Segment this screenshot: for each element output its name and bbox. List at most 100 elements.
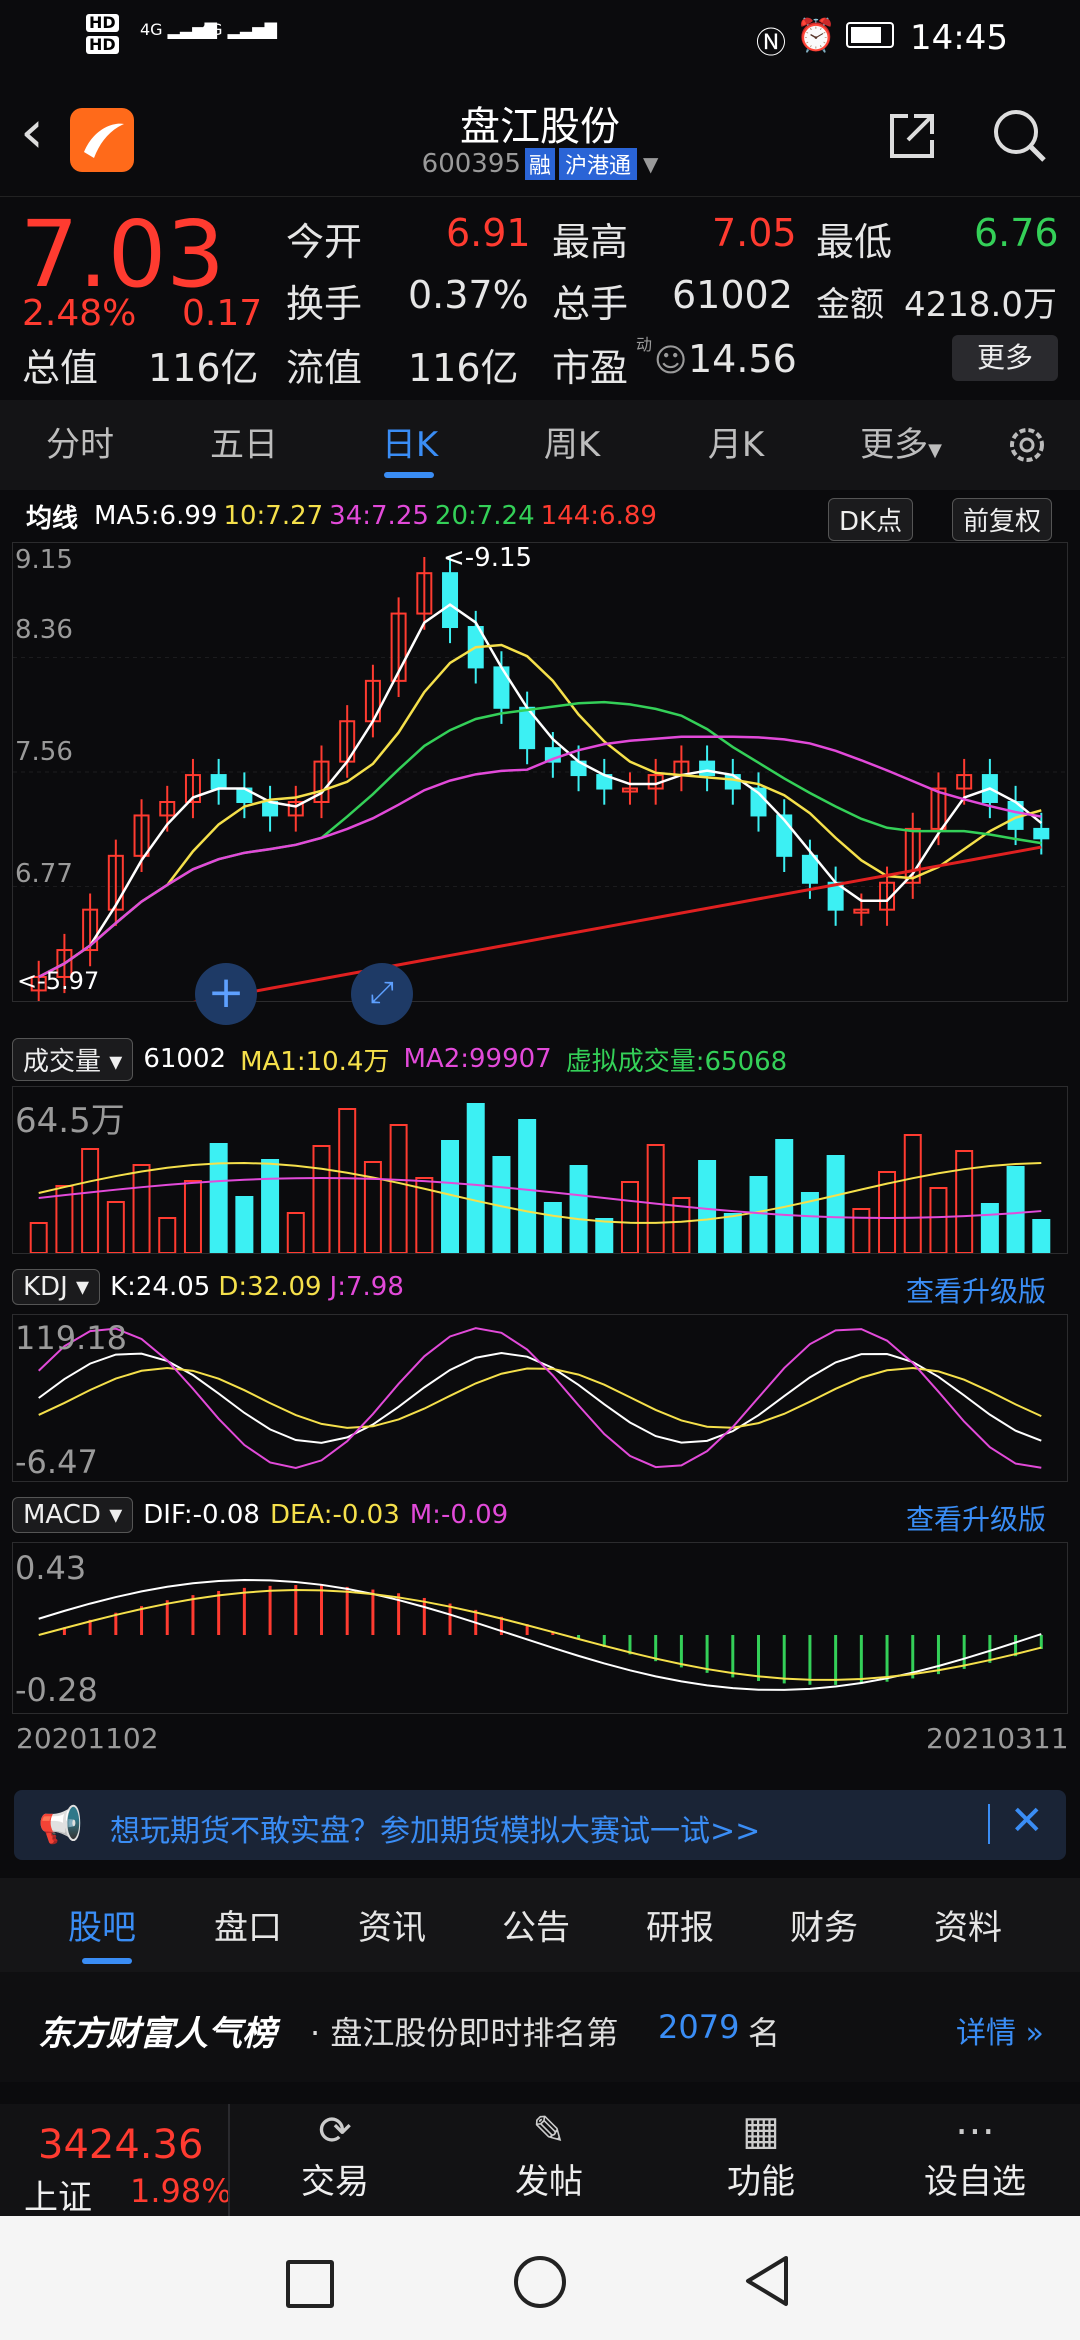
kdj-k: K:24.05 <box>110 1272 211 1302</box>
kdj-upgrade-link[interactable]: 查看升级版 <box>906 1270 1046 1310</box>
add-indicator-button[interactable]: + <box>195 963 257 1025</box>
y-label-4: 6.77 <box>15 859 73 889</box>
more-button[interactable]: 更多 <box>952 335 1058 381</box>
tab-guba[interactable]: 股吧 <box>68 1900 136 1949</box>
search-icon[interactable] <box>990 106 1050 170</box>
chevron-down-icon[interactable]: ▼ <box>643 152 658 176</box>
more-icon: ⋯ <box>955 2108 995 2154</box>
ma34-value: 34:7.25 <box>329 501 429 531</box>
virtual-volume: 虚拟成交量:65068 <box>565 1046 788 1077</box>
post-button[interactable]: ✎ 发帖 <box>504 2108 594 2203</box>
volume-bar <box>132 1164 151 1254</box>
max-note: <-9.15 <box>443 543 533 573</box>
candle-body <box>1033 827 1050 840</box>
rank-detail-link[interactable]: 详情 » <box>956 2008 1044 2052</box>
tab-more[interactable]: 更多▼ <box>846 400 956 490</box>
alarm-icon: ⏰ <box>796 16 836 54</box>
back-nav-icon[interactable] <box>742 2254 792 2312</box>
macd-panel[interactable]: 0.43 -0.28 <box>12 1542 1068 1714</box>
expand-icon[interactable]: ⤢ <box>351 963 413 1025</box>
amount-label: 金额 <box>816 285 884 325</box>
app-header: ‹ 盘江股份 600395 融 沪港通 ▼ <box>0 80 1080 196</box>
candle-body <box>210 774 227 790</box>
macd-chart <box>38 1579 1043 1691</box>
volume-panel[interactable]: 64.5万 <box>12 1086 1068 1254</box>
tab-pankou[interactable]: 盘口 <box>214 1900 282 1949</box>
kdj-panel[interactable]: 119.18 -6.47 <box>12 1314 1068 1482</box>
close-icon[interactable]: ✕ <box>1010 1798 1044 1844</box>
amount-value: 4218.0万 <box>904 285 1057 325</box>
macd-upgrade-link[interactable]: 查看升级版 <box>906 1498 1046 1538</box>
tab-monthly-k[interactable]: 月K <box>676 400 796 490</box>
trade-button[interactable]: ⟳ 交易 <box>290 2108 380 2203</box>
volume-bar <box>929 1187 948 1254</box>
macd-selector[interactable]: MACD ▾ <box>12 1497 134 1533</box>
macd-legend: MACD ▾ DIF:-0.08 DEA:-0.03 M:-0.09 <box>12 1496 508 1534</box>
popularity-rank[interactable]: 东方财富人气榜 · 盘江股份即时排名第 2079 名 详情 » <box>0 1972 1080 2082</box>
kdj-j: J:7.98 <box>329 1272 404 1302</box>
ma-legend: 均线 MA5:6.99 10:7.27 34:7.25 20:7.24 144:… <box>26 496 657 536</box>
system-nav-bar <box>0 2216 1080 2340</box>
signal-icon-2: 4G ▂▃▅▇ <box>200 20 277 39</box>
ma-line <box>38 643 1042 979</box>
kdj-line <box>38 1366 1042 1429</box>
volume-bar <box>29 1222 48 1254</box>
status-bar: HD HD 4G ▂▃▅▇ 4G ▂▃▅▇ Ⓝ ⏰ 14:45 <box>0 0 1080 80</box>
kdj-selector[interactable]: KDJ ▾ <box>12 1269 101 1305</box>
float-value: 116亿 <box>408 346 519 390</box>
promo-banner[interactable]: 📢 想玩期货不敢实盘？参加期货模拟大赛试一试>> ✕ <box>14 1790 1066 1860</box>
function-button[interactable]: ▦ 功能 <box>716 2108 806 2203</box>
period-tabs: 分时 五日 日K 周K 月K 更多▼ <box>0 400 1080 490</box>
home-icon[interactable] <box>514 2256 566 2308</box>
rank-suffix: 名 <box>748 2014 781 2052</box>
volume-bar <box>466 1103 485 1254</box>
tab-research[interactable]: 研报 <box>646 1900 714 1949</box>
ma-line <box>38 700 1042 979</box>
stock-code: 600395 <box>421 149 521 179</box>
macd-y-top: 0.43 <box>15 1549 87 1587</box>
dk-point-button[interactable]: DK点 <box>828 498 914 541</box>
clock: 14:45 <box>910 18 1008 58</box>
recents-icon[interactable] <box>286 2260 334 2308</box>
tab-profile[interactable]: 资料 <box>934 1900 1002 1949</box>
add-watch-button[interactable]: ⋯ 设自选 <box>910 2108 1040 2203</box>
banner-text[interactable]: 想玩期货不敢实盘？参加期货模拟大赛试一试>> <box>110 1806 760 1850</box>
macd-dea-line <box>38 1589 1042 1681</box>
tab-notice[interactable]: 公告 <box>502 1900 570 1949</box>
tab-news[interactable]: 资讯 <box>358 1900 426 1949</box>
volume-bar <box>980 1203 999 1254</box>
high-value: 7.05 <box>712 211 797 255</box>
tab-five-day[interactable]: 五日 <box>184 400 304 490</box>
chart-area[interactable]: 均线 MA5:6.99 10:7.27 34:7.25 20:7.24 144:… <box>0 490 1080 1760</box>
kdj-line <box>38 1352 1042 1444</box>
volume-chart <box>29 1103 1051 1254</box>
share-icon[interactable] <box>884 108 940 168</box>
y-label-1: 9.15 <box>15 545 73 575</box>
tab-minute[interactable]: 分时 <box>20 400 140 490</box>
yen-icon: ⟳ <box>318 2108 352 2154</box>
macd-dif-line <box>38 1579 1042 1691</box>
volume-bar <box>81 1148 100 1254</box>
volume-selector[interactable]: 成交量 ▾ <box>12 1037 134 1081</box>
change-value: 0.17 <box>182 293 263 334</box>
kline-panel[interactable]: 9.15 8.36 7.56 6.77 <-9.15 <-5.97 + ⤢ <box>12 542 1068 1033</box>
volume-bar <box>338 1108 357 1254</box>
low-value: 6.76 <box>974 211 1059 255</box>
kdj-d: D:32.09 <box>218 1272 322 1302</box>
high-label: 最高 <box>552 220 629 264</box>
network-indicator: HD HD <box>86 14 119 54</box>
nfc-icon: Ⓝ <box>756 26 786 61</box>
tab-weekly-k[interactable]: 周K <box>512 400 632 490</box>
tab-finance[interactable]: 财务 <box>790 1900 858 1949</box>
volume-bar <box>1032 1219 1051 1254</box>
gear-icon[interactable] <box>1004 422 1050 472</box>
banner-divider <box>988 1804 990 1844</box>
low-label: 最低 <box>816 220 893 264</box>
mcap-value: 116亿 <box>148 346 259 390</box>
ma5-value: MA5:6.99 <box>94 501 218 531</box>
adjust-button[interactable]: 前复权 <box>952 498 1053 541</box>
volume-bar <box>261 1159 280 1254</box>
volume-bar <box>389 1124 408 1254</box>
index-name: 上证 <box>24 2178 92 2218</box>
macd-m: M:-0.09 <box>409 1500 509 1530</box>
